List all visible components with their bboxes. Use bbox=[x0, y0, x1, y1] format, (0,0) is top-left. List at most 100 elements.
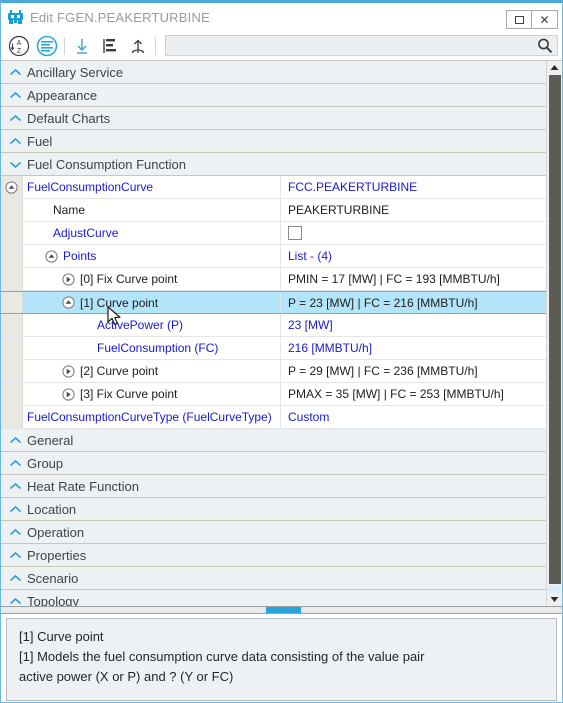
scroll-up-button[interactable] bbox=[547, 61, 562, 74]
property-value-cell[interactable]: 216 [MMBTU/h] bbox=[281, 337, 546, 359]
property-name-cell[interactable]: [0] Fix Curve point bbox=[23, 268, 281, 290]
property-tree[interactable]: Ancillary Service Appearance Default Chart… bbox=[1, 61, 546, 606]
category-row-topology[interactable]: Topology bbox=[1, 590, 546, 606]
category-label: Location bbox=[27, 501, 77, 517]
property-row[interactable]: ActivePower (P) 23 [MW] bbox=[1, 314, 546, 337]
property-value-cell[interactable]: PEAKERTURBINE bbox=[281, 199, 546, 221]
property-value-cell[interactable]: FCC.PEAKERTURBINE bbox=[281, 176, 546, 198]
property-name-cell[interactable]: ActivePower (P) bbox=[23, 314, 281, 336]
description-panel: [1] Curve point [1] Models the fuel cons… bbox=[6, 618, 557, 701]
horizontal-scroll-thumb[interactable] bbox=[266, 607, 301, 613]
category-row-properties[interactable]: Properties bbox=[1, 544, 546, 567]
expand-tree-button[interactable] bbox=[96, 32, 124, 59]
chevron-up-icon[interactable] bbox=[8, 436, 23, 445]
category-row-appearance[interactable]: Appearance bbox=[1, 84, 546, 107]
property-value-cell[interactable]: P = 23 [MW] | FC = 216 [MMBTU/h] bbox=[281, 292, 546, 313]
expand-circle-icon[interactable] bbox=[62, 272, 75, 286]
category-label: General bbox=[27, 432, 74, 448]
property-name-cell[interactable]: [1] Curve point bbox=[23, 292, 281, 313]
vertical-scrollbar[interactable] bbox=[546, 61, 562, 606]
category-row-fuel-consumption-function[interactable]: Fuel Consumption Function bbox=[1, 153, 546, 176]
chevron-up-icon[interactable] bbox=[8, 528, 23, 537]
property-name-cell[interactable]: FuelConsumptionCurve bbox=[23, 176, 281, 198]
chevron-up-icon[interactable] bbox=[8, 505, 23, 514]
group-by-category-button[interactable] bbox=[33, 32, 61, 59]
category-row-heat-rate-function[interactable]: Heat Rate Function bbox=[1, 475, 546, 498]
property-row[interactable]: [0] Fix Curve point PMIN = 17 [MW] | FC =… bbox=[1, 268, 546, 291]
category-row-location[interactable]: Location bbox=[1, 498, 546, 521]
sort-alphabetical-button[interactable]: A Z bbox=[5, 32, 33, 59]
upload-button[interactable] bbox=[124, 32, 152, 59]
collapse-circle-icon[interactable] bbox=[45, 249, 58, 263]
collapse-circle-icon[interactable] bbox=[62, 296, 75, 309]
property-name-cell[interactable]: FuelConsumption (FC) bbox=[23, 337, 281, 359]
collapse-all-button[interactable] bbox=[68, 32, 96, 59]
property-name-cell[interactable]: [3] Fix Curve point bbox=[23, 383, 281, 405]
chevron-up-icon[interactable] bbox=[8, 482, 23, 491]
adjust-curve-checkbox[interactable] bbox=[288, 226, 302, 240]
chevron-up-icon[interactable] bbox=[8, 597, 23, 606]
collapse-circle-icon[interactable] bbox=[62, 296, 75, 309]
vertical-scroll-track-bottom bbox=[548, 585, 561, 593]
category-row-group[interactable]: Group bbox=[1, 452, 546, 475]
property-name-cell[interactable]: Points bbox=[23, 245, 281, 267]
search-input[interactable] bbox=[166, 36, 557, 55]
categorized-list-icon bbox=[36, 35, 58, 56]
category-row-fuel[interactable]: Fuel bbox=[1, 130, 546, 153]
gutter-collapse-button[interactable] bbox=[1, 176, 23, 198]
property-value-cell[interactable]: Custom bbox=[281, 406, 546, 428]
horizontal-scrollbar[interactable] bbox=[1, 606, 562, 614]
property-name-cell[interactable]: AdjustCurve bbox=[23, 222, 281, 244]
svg-text:Z: Z bbox=[17, 48, 22, 55]
property-row[interactable]: FuelConsumptionCurveType (FuelCurveType)… bbox=[1, 406, 546, 429]
property-value-cell[interactable]: List - (4) bbox=[281, 245, 546, 267]
property-name-cell[interactable]: Name bbox=[23, 199, 281, 221]
property-value-cell[interactable]: P = 29 [MW] | FC = 236 [MMBTU/h] bbox=[281, 360, 546, 382]
restore-button[interactable] bbox=[506, 10, 532, 29]
chevron-up-icon[interactable] bbox=[8, 137, 23, 146]
window-title: Edit FGEN.PEAKERTURBINE bbox=[30, 9, 210, 25]
property-row[interactable]: [3] Fix Curve point PMAX = 35 [MW] | FC =… bbox=[1, 383, 546, 406]
property-row[interactable]: FuelConsumption (FC) 216 [MMBTU/h] bbox=[1, 337, 546, 360]
chevron-up-icon[interactable] bbox=[8, 68, 23, 77]
expand-circle-icon[interactable] bbox=[62, 364, 75, 378]
chevron-up-icon bbox=[9, 436, 22, 443]
vertical-scroll-thumb[interactable] bbox=[549, 75, 561, 584]
property-row[interactable]: [2] Curve point P = 29 [MW] | FC = 236 [M… bbox=[1, 360, 546, 383]
chevron-up-icon[interactable] bbox=[8, 574, 23, 583]
category-row-general[interactable]: General bbox=[1, 429, 546, 452]
property-name-cell[interactable]: FuelConsumptionCurveType (FuelCurveType) bbox=[23, 406, 281, 428]
scroll-down-button[interactable] bbox=[547, 593, 562, 606]
property-name-label: [1] Curve point bbox=[80, 295, 159, 310]
collapse-circle-icon[interactable] bbox=[45, 249, 58, 263]
property-value-cell[interactable] bbox=[281, 222, 546, 244]
property-name-label: [0] Fix Curve point bbox=[80, 272, 178, 286]
property-row[interactable]: [1] Curve point P = 23 [MW] | FC = 216 [M… bbox=[1, 291, 546, 314]
chevron-up-icon bbox=[9, 482, 22, 489]
property-name-cell[interactable]: [2] Curve point bbox=[23, 360, 281, 382]
chevron-down-icon[interactable] bbox=[8, 160, 23, 169]
property-value-cell[interactable]: PMIN = 17 [MW] | FC = 193 [MMBTU/h] bbox=[281, 268, 546, 290]
property-row[interactable]: FuelConsumptionCurve FCC.PEAKERTURBINE bbox=[1, 176, 546, 199]
property-value-cell[interactable]: PMAX = 35 [MW] | FC = 253 [MMBTU/h] bbox=[281, 383, 546, 405]
chevron-up-icon[interactable] bbox=[8, 551, 23, 560]
collapse-circle-icon[interactable] bbox=[5, 180, 18, 194]
category-row-operation[interactable]: Operation bbox=[1, 521, 546, 544]
expand-circle-icon[interactable] bbox=[62, 272, 75, 286]
search-box[interactable] bbox=[165, 35, 558, 56]
chevron-up-icon[interactable] bbox=[8, 91, 23, 100]
category-row-ancillary-service[interactable]: Ancillary Service bbox=[1, 61, 546, 84]
category-row-default-charts[interactable]: Default Charts bbox=[1, 107, 546, 130]
search-icon[interactable] bbox=[536, 37, 554, 58]
property-value-cell[interactable]: 23 [MW] bbox=[281, 314, 546, 336]
chevron-up-icon[interactable] bbox=[8, 459, 23, 468]
expand-circle-icon[interactable] bbox=[62, 364, 75, 378]
chevron-up-icon[interactable] bbox=[8, 114, 23, 123]
expand-circle-icon[interactable] bbox=[62, 387, 75, 401]
property-row[interactable]: Points List - (4) bbox=[1, 245, 546, 268]
expand-circle-icon[interactable] bbox=[62, 387, 75, 401]
property-row[interactable]: AdjustCurve bbox=[1, 222, 546, 245]
category-row-scenario[interactable]: Scenario bbox=[1, 567, 546, 590]
close-button[interactable]: ✕ bbox=[532, 10, 558, 29]
property-row[interactable]: Name PEAKERTURBINE bbox=[1, 199, 546, 222]
